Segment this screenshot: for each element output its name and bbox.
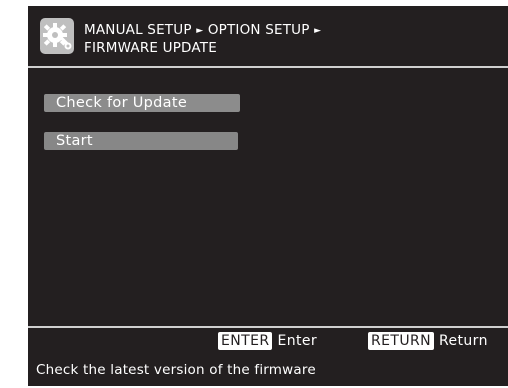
breadcrumb: MANUAL SETUP ► OPTION SETUP ► FIRMWARE U…	[84, 22, 321, 57]
start-button[interactable]: Start	[44, 132, 238, 150]
footer-divider	[28, 326, 508, 328]
osd-screen: MANUAL SETUP ► OPTION SETUP ► FIRMWARE U…	[28, 6, 508, 386]
help-text: Check the latest version of the firmware	[36, 362, 316, 378]
enter-key-badge: ENTER	[218, 332, 273, 350]
return-key-badge: RETURN	[368, 332, 434, 350]
check-for-update-button[interactable]: Check for Update	[44, 94, 240, 112]
header: MANUAL SETUP ► OPTION SETUP ► FIRMWARE U…	[28, 6, 508, 68]
breadcrumb-level2: OPTION SETUP	[207, 22, 310, 38]
return-key-label: Return	[438, 333, 488, 349]
enter-key-hint[interactable]: ENTER Enter	[218, 332, 317, 352]
breadcrumb-arrow-icon: ►	[196, 26, 204, 36]
breadcrumb-arrow-icon: ►	[314, 26, 322, 36]
page-title: FIRMWARE UPDATE	[84, 40, 217, 56]
breadcrumb-level1: MANUAL SETUP	[84, 22, 192, 38]
enter-key-label: Enter	[277, 333, 318, 349]
gear-wrench-icon	[40, 18, 74, 54]
return-key-hint[interactable]: RETURN Return	[368, 332, 488, 352]
